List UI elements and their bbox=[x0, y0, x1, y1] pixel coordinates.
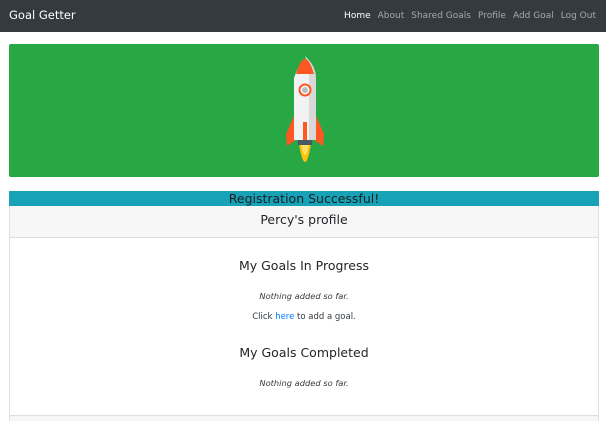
add-goal-suffix: to add a goal. bbox=[294, 312, 356, 322]
add-goal-prefix: Click bbox=[252, 312, 276, 322]
nav-log-out-link[interactable]: Log Out bbox=[561, 11, 596, 21]
hero-banner bbox=[9, 44, 599, 177]
nav-add-goal-link[interactable]: Add Goal bbox=[513, 11, 554, 21]
nav-profile-link[interactable]: Profile bbox=[478, 11, 506, 21]
in-progress-empty-text: Nothing added so far. bbox=[259, 291, 349, 301]
completed-empty-text: Nothing added so far. bbox=[259, 378, 349, 388]
brand-logo-text[interactable]: Goal Getter bbox=[9, 8, 76, 22]
top-navbar: Goal Getter Home About Shared Goals Prof… bbox=[0, 0, 606, 32]
registration-success-alert: Registration Successful! bbox=[9, 191, 599, 206]
profile-header: Percy's profile bbox=[10, 206, 598, 238]
nav-home-link[interactable]: Home bbox=[344, 11, 371, 21]
nav-links: Home About Shared Goals Profile Add Goal… bbox=[344, 11, 596, 21]
add-goal-link[interactable]: here bbox=[275, 312, 294, 322]
nav-about-link[interactable]: About bbox=[378, 11, 405, 21]
profile-card-footer bbox=[10, 415, 598, 421]
goals-completed-heading: My Goals Completed bbox=[239, 345, 369, 360]
add-goal-prompt: Click here to add a goal. bbox=[10, 312, 598, 322]
profile-card: Percy's profile My Goals In Progress Not… bbox=[9, 206, 599, 421]
goals-in-progress-heading: My Goals In Progress bbox=[238, 258, 370, 273]
rocket-icon bbox=[286, 56, 324, 162]
nav-shared-goals-link[interactable]: Shared Goals bbox=[411, 11, 471, 21]
